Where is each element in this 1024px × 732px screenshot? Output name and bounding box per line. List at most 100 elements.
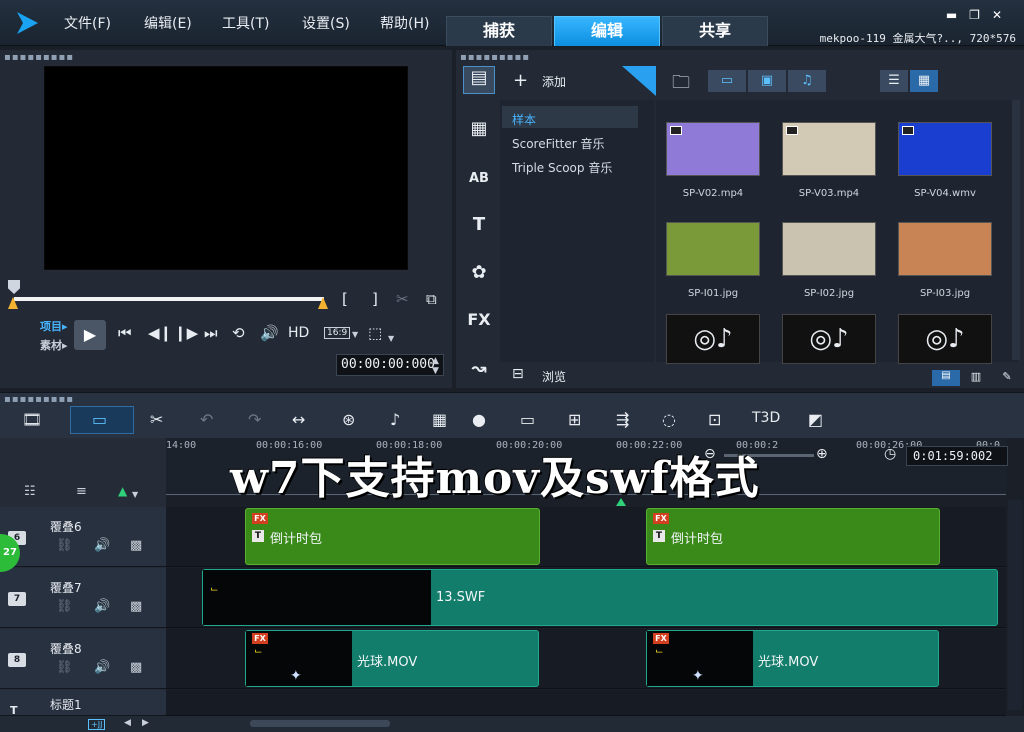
track-lane[interactable] <box>166 690 1006 716</box>
zoom-in-icon[interactable]: ⊕ <box>816 446 828 462</box>
minimize-icon[interactable]: ▬ <box>946 8 969 22</box>
filter-fx-icon[interactable]: FX <box>463 310 495 338</box>
scissors-icon[interactable]: ✂ <box>396 290 409 308</box>
transparency-icon[interactable]: ▩ <box>130 538 142 553</box>
go-start-icon[interactable]: ⏮ <box>118 324 132 342</box>
go-end-icon[interactable]: ⏭ <box>204 324 218 342</box>
folder-item[interactable]: ScoreFitter 音乐 <box>512 135 605 152</box>
track-manager-icon[interactable]: ☷ <box>24 484 36 499</box>
close-icon[interactable]: ✕ <box>992 8 1014 22</box>
volume-icon[interactable]: 🔊 <box>260 324 279 342</box>
title-icon[interactable]: T <box>463 214 495 242</box>
media-thumbnail[interactable]: SP-V03.mp4 <box>782 122 887 199</box>
menu-tools[interactable]: 工具(T) <box>222 13 269 33</box>
transparency-icon[interactable]: ▩ <box>130 599 142 614</box>
instant-project-icon[interactable]: ▦ <box>463 118 495 146</box>
chevron-down-icon[interactable]: ▼ <box>132 490 138 499</box>
chevron-down-icon[interactable]: ▼ <box>352 330 358 339</box>
media-thumbnail[interactable]: ◎♪ <box>666 314 760 364</box>
mask-creator-icon[interactable]: ◌ <box>662 410 676 429</box>
media-thumbnail[interactable]: SP-I01.jpg <box>666 222 771 299</box>
media-thumbnail[interactable]: ◎♪ <box>782 314 876 364</box>
browse-button[interactable]: 浏览 <box>542 368 566 385</box>
storyboard-view-icon[interactable]: 🎞 <box>22 410 42 429</box>
add-icon[interactable]: + <box>513 70 528 91</box>
fit-project-icon[interactable]: ↔ <box>292 410 305 429</box>
multi-camera-icon[interactable]: ⊞ <box>568 410 581 429</box>
media-thumbnail[interactable]: SP-V02.mp4 <box>666 122 771 199</box>
menu-settings[interactable]: 设置(S) <box>302 13 350 33</box>
folder-item[interactable]: 样本 <box>512 111 536 128</box>
show-audio-button[interactable]: ♫ <box>788 70 826 92</box>
timeline-horizontal-scrollbar[interactable] <box>250 720 390 727</box>
timeline-timecode[interactable]: 0:01:59:002 <box>906 446 1008 466</box>
record-icon[interactable]: ⊛ <box>342 410 355 429</box>
gallery-scrollbar[interactable] <box>1012 100 1020 360</box>
show-video-button[interactable]: ▭ <box>708 70 746 92</box>
mode-project[interactable]: 项目▸ <box>40 318 68 334</box>
link-icon[interactable]: ⛓ <box>56 538 73 553</box>
media-thumbnail[interactable]: ◎♪ <box>898 314 992 364</box>
timeline-zoom-icon[interactable]: +JJ <box>88 719 106 730</box>
motion-track-icon[interactable]: ● <box>472 410 486 429</box>
thumbnail-view-button[interactable]: ▦ <box>910 70 938 92</box>
chapter-marker-icon[interactable]: ▲ <box>118 484 127 498</box>
player-timecode[interactable]: 00:00:00:000 <box>336 354 444 376</box>
path-icon[interactable]: ↝ <box>463 358 495 386</box>
prev-frame-icon[interactable]: ◀❙ <box>148 324 172 342</box>
mode-clip[interactable]: 素材▸ <box>40 337 68 353</box>
window-controls[interactable]: ▬❐✕ <box>946 8 1014 22</box>
scroll-right-icon[interactable]: ▶ <box>142 718 149 728</box>
restore-icon[interactable]: ❐ <box>969 8 992 22</box>
enlarge-icon[interactable]: ⧉ <box>426 290 437 308</box>
tools-icon[interactable]: ✂ <box>150 410 163 429</box>
import-folder-icon[interactable]: 🗀 <box>672 70 690 100</box>
menu-file[interactable]: 文件(F) <box>64 13 111 33</box>
list-view-button[interactable]: ☰ <box>880 70 908 92</box>
menu-help[interactable]: 帮助(H) <box>380 13 429 33</box>
transition-icon[interactable]: AB <box>463 166 495 194</box>
tab-share[interactable]: 共享 <box>662 16 768 46</box>
show-photo-button[interactable]: ▣ <box>748 70 786 92</box>
chevron-down-icon[interactable]: ▼ <box>388 334 394 343</box>
panel-grip-icon[interactable]: ▪▪▪▪▪▪▪▪▪ <box>460 52 530 63</box>
crop-icon[interactable]: ⬚ <box>368 324 382 342</box>
scroll-left-icon[interactable]: ◀ <box>124 718 131 728</box>
timeline-vertical-scrollbar[interactable] <box>1008 500 1022 710</box>
link-icon[interactable]: ⛓ <box>56 599 73 614</box>
track-header[interactable] <box>0 690 166 716</box>
play-button[interactable]: ▶ <box>74 320 106 350</box>
repeat-icon[interactable]: ⟲ <box>232 324 245 342</box>
folder-item[interactable]: Triple Scoop 音乐 <box>512 159 612 176</box>
mark-in-icon[interactable]: [ <box>342 290 348 308</box>
next-frame-icon[interactable]: ❙▶ <box>174 324 198 342</box>
layout-panel-icon[interactable]: ▥ <box>964 370 988 386</box>
panel-grip-icon[interactable]: ▪▪▪▪▪▪▪▪▪ <box>4 52 74 63</box>
add-folder-button[interactable]: 添加 <box>542 73 566 90</box>
subtitle-icon[interactable]: ▭ <box>520 410 535 429</box>
media-thumbnail[interactable]: SP-V04.wmv <box>898 122 1003 199</box>
split-screen-icon[interactable]: ◩ <box>808 410 823 429</box>
tab-capture[interactable]: 捕获 <box>446 16 552 46</box>
timecode-stepper-icon[interactable]: ▲ ▼ <box>432 356 439 376</box>
pan-zoom-icon[interactable]: ⊡ <box>708 410 721 429</box>
menu-edit[interactable]: 编辑(E) <box>144 13 192 33</box>
transparency-icon[interactable]: ▩ <box>130 660 142 675</box>
edit-options-icon[interactable]: ✎ <box>996 370 1018 386</box>
time-remap-icon[interactable]: ⇶ <box>616 410 629 429</box>
3d-title-icon[interactable]: T3D <box>752 410 780 426</box>
hd-toggle[interactable]: HD <box>288 325 309 341</box>
panel-grip-icon[interactable]: ▪▪▪▪▪▪▪▪▪ <box>4 394 74 405</box>
mark-out-icon[interactable]: ] <box>372 290 378 308</box>
link-icon[interactable]: ⛓ <box>56 660 73 675</box>
mute-icon[interactable]: 🔊 <box>94 599 110 614</box>
scrub-bar[interactable] <box>14 297 324 301</box>
aspect-ratio-button[interactable]: 16:9 <box>324 327 351 339</box>
browse-icon[interactable]: ⊟ <box>512 366 524 382</box>
media-library-icon[interactable]: ▤ <box>463 66 495 94</box>
media-thumbnail[interactable]: SP-I02.jpg <box>782 222 887 299</box>
mute-icon[interactable]: 🔊 <box>94 660 110 675</box>
redo-icon[interactable]: ↷ <box>248 410 261 429</box>
add-track-icon[interactable]: ≡ <box>76 484 87 499</box>
mute-icon[interactable]: 🔊 <box>94 538 110 553</box>
